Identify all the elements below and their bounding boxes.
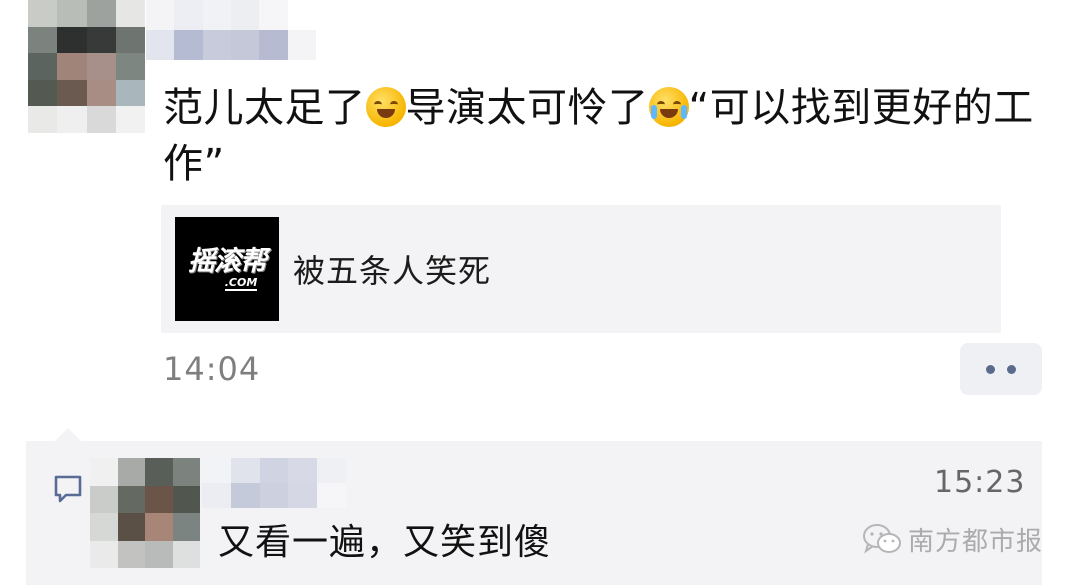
mosaic-cell <box>172 485 200 513</box>
mosaic-cell <box>172 458 200 486</box>
post-author-avatar[interactable] <box>28 0 145 133</box>
mosaic-cell <box>90 485 118 513</box>
crying-emoji-icon <box>648 87 689 127</box>
mosaic-cell <box>86 0 116 27</box>
mosaic-cell <box>202 458 231 483</box>
post-timestamp: 14:04 <box>163 350 261 388</box>
mosaic-cell <box>57 106 87 133</box>
commenter-avatar[interactable] <box>90 458 200 568</box>
comment-bubble-icon <box>54 475 82 503</box>
mosaic-cell <box>86 26 116 54</box>
mosaic-cell <box>317 483 346 508</box>
mosaic-cell <box>57 79 87 107</box>
mosaic-cell <box>28 0 58 27</box>
mosaic-cell <box>145 513 173 541</box>
mosaic-cell <box>259 483 289 508</box>
mosaic-cell <box>202 0 231 30</box>
wechat-icon <box>863 523 901 553</box>
commenter-name[interactable] <box>202 458 346 508</box>
thumb-domain: .COM <box>224 276 258 291</box>
post-text: 范儿太足了 导演太可怜了 “可以找到更好的工作” <box>163 80 1043 192</box>
dot-icon <box>1007 364 1016 374</box>
mosaic-cell <box>28 106 58 133</box>
mosaic-cell <box>174 30 203 60</box>
mosaic-cell <box>117 540 145 568</box>
mosaic-cell <box>174 0 203 30</box>
mosaic-cell <box>57 53 87 80</box>
mosaic-cell <box>86 106 116 133</box>
more-actions-button[interactable] <box>960 343 1042 395</box>
comment-timestamp: 15:23 <box>934 465 1026 500</box>
mosaic-cell <box>86 79 116 107</box>
mosaic-cell <box>90 458 118 486</box>
mosaic-cell <box>117 485 145 513</box>
mosaic-cell <box>287 0 316 30</box>
watermark-text: 南方都市报 <box>908 527 1044 557</box>
comment-text: 又看一遍，又笑到傻 <box>218 522 552 563</box>
mosaic-cell <box>202 30 231 60</box>
mosaic-cell <box>86 53 116 80</box>
mosaic-cell <box>115 53 145 80</box>
mosaic-cell <box>28 79 58 107</box>
mosaic-cell <box>28 26 58 54</box>
mosaic-cell <box>145 458 173 486</box>
link-thumbnail: 摇滚帮 .COM <box>175 217 279 321</box>
post-text-part2: 导演太可怜了 <box>405 85 649 131</box>
mosaic-cell <box>259 458 289 483</box>
dot-icon <box>986 364 995 374</box>
mosaic-cell <box>230 458 260 483</box>
mosaic-cell <box>117 513 145 541</box>
link-title: 被五条人笑死 <box>293 252 492 290</box>
mosaic-cell <box>117 458 145 486</box>
mosaic-cell <box>115 0 145 27</box>
post-author-name[interactable] <box>146 0 316 60</box>
mosaic-cell <box>145 540 173 568</box>
comment-area-caret <box>54 428 82 442</box>
mosaic-cell <box>231 30 260 60</box>
mosaic-cell <box>146 0 175 30</box>
mosaic-cell <box>259 0 288 30</box>
mosaic-cell <box>259 30 288 60</box>
mosaic-cell <box>57 26 87 54</box>
shared-link-card[interactable]: 摇滚帮 .COM 被五条人笑死 <box>161 205 1001 333</box>
watermark: 南方都市报 <box>862 521 1043 558</box>
mosaic-cell <box>146 30 175 60</box>
mosaic-cell <box>288 458 318 483</box>
mosaic-cell <box>90 513 118 541</box>
mosaic-cell <box>90 540 118 568</box>
mosaic-cell <box>28 53 58 80</box>
mosaic-cell <box>115 26 145 54</box>
mosaic-cell <box>202 483 231 508</box>
post-text-part1: 范儿太足了 <box>163 85 366 131</box>
mosaic-cell <box>231 0 260 30</box>
mosaic-cell <box>317 458 346 483</box>
mosaic-cell <box>288 483 318 508</box>
thinking-emoji-icon <box>365 87 406 127</box>
mosaic-cell <box>115 106 145 133</box>
mosaic-cell <box>115 79 145 107</box>
mosaic-cell <box>57 0 87 27</box>
mosaic-cell <box>172 540 200 568</box>
thumb-brand-logo: 摇滚帮 <box>188 246 267 277</box>
mosaic-cell <box>172 513 200 541</box>
mosaic-cell <box>145 485 173 513</box>
mosaic-cell <box>287 30 316 60</box>
mosaic-cell <box>230 483 260 508</box>
